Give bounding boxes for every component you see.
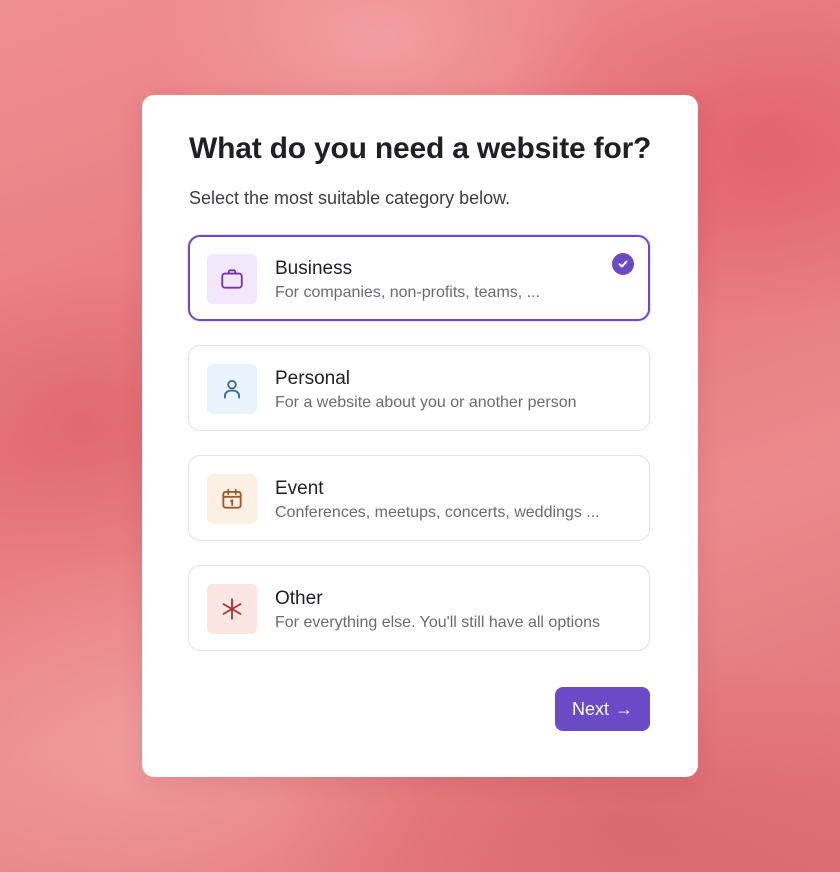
option-label: Personal — [275, 368, 350, 389]
page-subtitle: Select the most suitable category below. — [189, 188, 511, 208]
option-label: Other — [275, 588, 323, 609]
person-icon — [207, 364, 257, 414]
page-title: What do you need a website for? — [189, 132, 652, 165]
option-other[interactable]: Other For everything else. You'll still … — [188, 565, 650, 651]
option-description: For a website about you or another perso… — [275, 394, 577, 411]
next-button-label: Next — [571, 698, 609, 719]
calendar-icon — [207, 474, 257, 524]
option-label: Business — [275, 258, 353, 279]
briefcase-icon — [207, 254, 257, 304]
next-button[interactable]: Next → — [555, 687, 650, 731]
option-label: Event — [275, 478, 324, 499]
option-business[interactable]: Business For companies, non-profits, tea… — [188, 235, 650, 321]
checkmark-icon — [612, 253, 634, 275]
option-personal[interactable]: Personal For a website about you or anot… — [188, 345, 650, 431]
option-description: For everything else. You'll still have a… — [275, 614, 601, 631]
option-description: Conferences, meetups, concerts, weddings… — [275, 504, 600, 521]
option-description: For companies, non-profits, teams, ... — [275, 284, 540, 301]
asterisk-icon — [207, 584, 257, 634]
option-event[interactable]: Event Conferences, meetups, concerts, we… — [188, 455, 650, 541]
category-card: What do you need a website for? Select t… — [142, 95, 698, 777]
arrow-right-icon: → — [615, 698, 633, 719]
